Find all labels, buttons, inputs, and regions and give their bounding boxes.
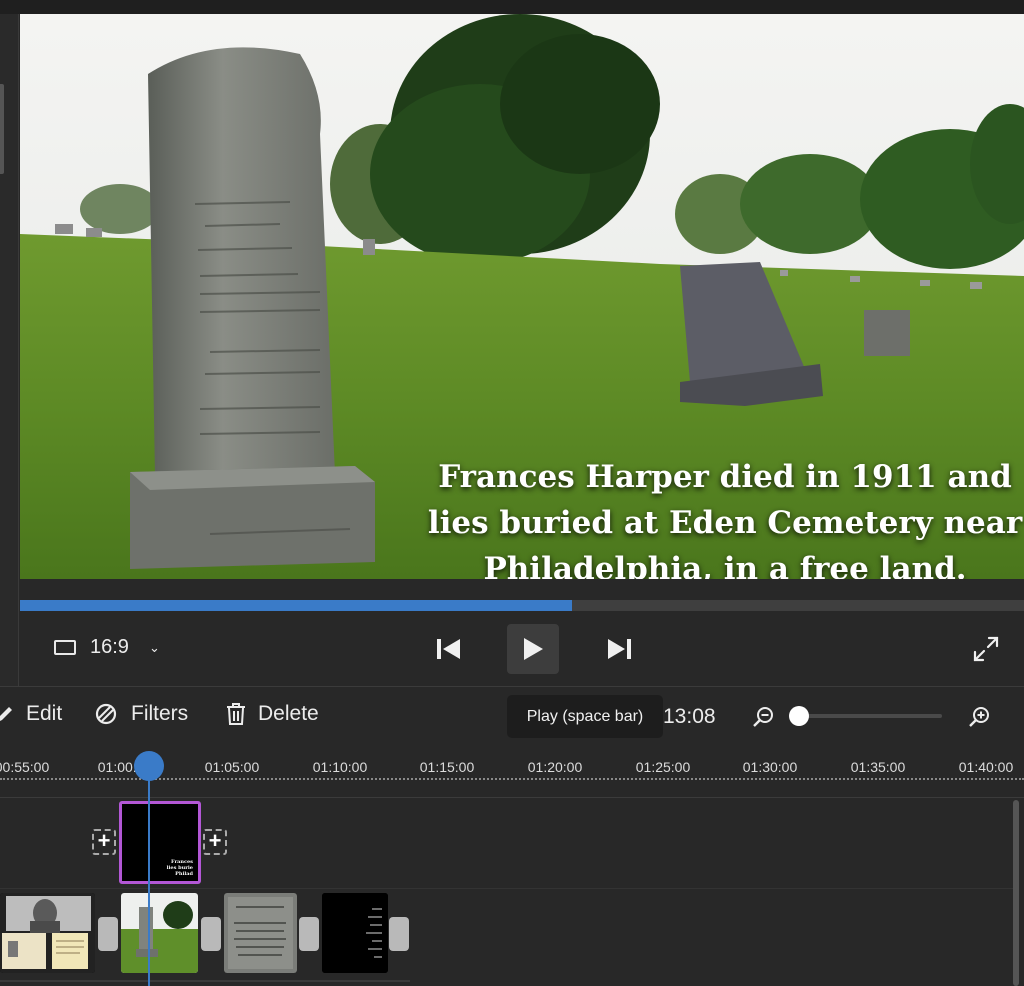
skip-back-icon: [437, 639, 460, 659]
cemetery-thumbnail: [121, 893, 198, 973]
playback-progress-bar[interactable]: [20, 600, 1024, 611]
add-clip-after-button[interactable]: +: [203, 829, 227, 855]
filters-button[interactable]: Filters: [95, 702, 188, 726]
track-separator: [0, 888, 1014, 889]
zoom-out-icon: [753, 707, 773, 727]
edit-button[interactable]: Edit: [0, 702, 62, 726]
zoom-slider-thumb[interactable]: [789, 706, 809, 726]
pencil-icon: [0, 707, 12, 721]
zoom-out-button[interactable]: [752, 705, 776, 734]
chevron-down-icon: ⌄: [148, 639, 160, 655]
playhead-handle[interactable]: [134, 751, 164, 781]
tick-label: 01:15:00: [419, 759, 475, 775]
tick-label: 01:30:00: [742, 759, 798, 775]
tick-label: 01:25:00: [635, 759, 691, 775]
edit-label: Edit: [26, 702, 63, 725]
tick-label: 01:40:00: [958, 759, 1014, 775]
playhead-line[interactable]: [148, 766, 150, 986]
headstone-closeup-thumbnail: [224, 893, 297, 973]
section-divider: [0, 686, 1024, 687]
play-tooltip: Play (space bar): [507, 695, 663, 738]
play-button[interactable]: [507, 624, 559, 674]
play-icon: [524, 638, 543, 660]
left-panel: [0, 14, 19, 686]
video-clip-thumbnail[interactable]: [322, 893, 388, 973]
aspect-ratio-label: 16:9: [90, 636, 129, 658]
fullscreen-icon: [973, 636, 999, 662]
filters-label: Filters: [131, 702, 189, 725]
delete-button[interactable]: Delete: [226, 702, 319, 726]
video-clip-thumbnail[interactable]: [121, 893, 198, 973]
overlay-clip-text: Frances lies burie Philad: [166, 859, 193, 877]
video-caption: Frances Harper died in 1911 and lies bur…: [427, 459, 1023, 579]
clip-transition-handle[interactable]: [201, 917, 221, 951]
portrait-collage-thumbnail: [0, 893, 95, 973]
clip-transition-handle[interactable]: [299, 917, 319, 951]
playback-progress-fill: [20, 600, 573, 611]
fullscreen-button[interactable]: [972, 635, 1000, 668]
skip-forward-icon: [608, 639, 631, 659]
aspect-ratio-icon: [54, 640, 76, 655]
selected-overlay-clip[interactable]: Frances lies burie Philad: [119, 801, 201, 884]
skip-back-button[interactable]: [422, 624, 474, 674]
tick-label: 01:10:00: [312, 759, 368, 775]
delete-label: Delete: [258, 702, 319, 725]
video-preview[interactable]: Frances Harper died in 1911 and lies bur…: [20, 14, 1024, 579]
tick-label: 00:55:00: [0, 759, 50, 775]
text-slide-thumbnail: [322, 893, 388, 973]
video-clip-thumbnail[interactable]: [0, 893, 95, 973]
current-time: 13:08: [663, 705, 716, 728]
tick-label: 01:05:00: [204, 759, 260, 775]
tick-label: 01:20:00: [527, 759, 583, 775]
zoom-in-icon: [969, 707, 989, 727]
trash-icon: [227, 703, 245, 725]
top-bar: [0, 0, 1024, 14]
zoom-slider-track[interactable]: [798, 714, 942, 718]
zoom-in-button[interactable]: [968, 705, 992, 734]
timeline-scrollbar[interactable]: [1013, 800, 1019, 986]
skip-forward-button[interactable]: [594, 624, 646, 674]
track-bottom-border: [0, 980, 410, 982]
add-clip-before-button[interactable]: +: [92, 829, 116, 855]
aspect-ratio-selector[interactable]: 16:9 ⌄: [54, 636, 160, 659]
filters-icon: [95, 703, 117, 725]
clip-transition-handle[interactable]: [389, 917, 409, 951]
tick-label: 01:35:00: [850, 759, 906, 775]
clip-transition-handle[interactable]: [98, 917, 118, 951]
left-panel-handle[interactable]: [0, 84, 4, 174]
video-clip-thumbnail[interactable]: [224, 893, 297, 973]
